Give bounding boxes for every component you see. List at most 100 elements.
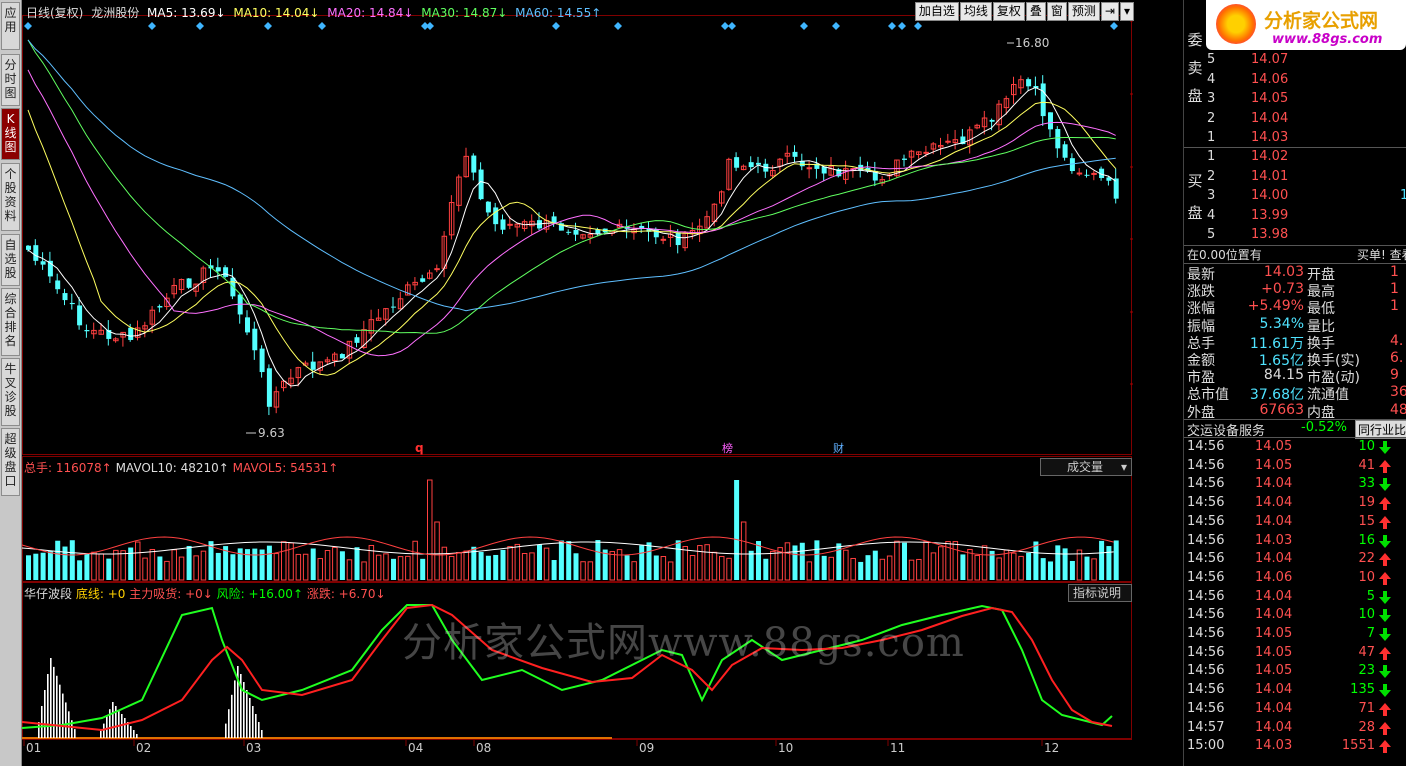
left-tab-0[interactable]: 应用 (1, 2, 20, 50)
ma20-label: MA20: 14.84↓ (327, 6, 414, 20)
price: 14.04 (1251, 110, 1289, 126)
event-diamond-icon (552, 22, 560, 30)
tick-row: 14:56 14.04 135 (1185, 682, 1406, 701)
tick-row: 14:56 14.04 33 (1185, 476, 1406, 495)
toolbar-button-6[interactable]: ⇥ (1100, 2, 1119, 21)
left-tab-3[interactable]: 个股资料 (1, 163, 20, 231)
volume-bar (1040, 558, 1046, 580)
volume-bar (806, 561, 813, 581)
candle-body (215, 267, 221, 272)
indicator-histogram-bar (118, 710, 120, 738)
volume-bar (77, 560, 83, 580)
indicator-main: 主力吸货: +0↓ (129, 587, 213, 601)
volume-bar (324, 550, 331, 581)
tick-row: 14:57 14.04 28 (1185, 720, 1406, 739)
tick-volume: 7 (1366, 626, 1375, 641)
indicator-help-button[interactable]: 指标说明 (1068, 584, 1132, 602)
low-price-label: 9.63 (258, 426, 285, 440)
toolbar-button-0[interactable]: 加自选 (914, 2, 959, 21)
orderbook-buy-row: 1 14.02 (1205, 149, 1405, 168)
price: 14.00 (1251, 188, 1289, 203)
volume-bar (865, 555, 871, 580)
candle-body (639, 225, 645, 229)
indicator-rise: 涨跌: +6.70↓ (306, 587, 386, 601)
ma60-label: MA60: 14.55↑ (515, 6, 602, 20)
volume-bar (667, 561, 674, 581)
arrow-down-icon (1379, 684, 1391, 701)
left-tab-bar: 应用分时图 K线图个股资料自选股综合排名牛叉诊股超级盘口 (0, 0, 22, 766)
tick-row: 15:00 14.03 1551 (1185, 738, 1406, 757)
volume-bar (697, 545, 703, 581)
quote-row: 总市值37.68亿流通值36.8 (1185, 384, 1406, 403)
tick-price: 14.03 (1255, 532, 1293, 548)
candle-body (33, 245, 39, 261)
volume-bar (26, 555, 31, 580)
tick-row: 14:56 14.04 19 (1185, 495, 1406, 514)
indicator-histogram-bar (74, 729, 76, 738)
position-bar-right[interactable]: 买单! 查看 (1357, 246, 1406, 263)
volume-bar (675, 540, 681, 580)
month-label: 09 (639, 741, 654, 755)
ma30-label: MA30: 14.87↓ (421, 6, 508, 20)
left-tab-2[interactable]: K线图 (1, 108, 20, 160)
volume-bar (930, 552, 937, 581)
left-tab-label: 个股资料 (4, 167, 17, 223)
toolbar-button-3[interactable]: 叠 (1025, 2, 1046, 21)
volume-bar (1062, 548, 1068, 580)
kline-chart-area[interactable]: 17.2015.8814.5413.2211.8810.563305216526… (22, 0, 1134, 766)
buy-extra: 1 (1400, 188, 1406, 203)
tick-volume: 16 (1358, 532, 1375, 548)
volume-bar (427, 479, 433, 581)
event-diamond-icon (196, 22, 204, 30)
toolbar-menu-chevron-icon[interactable]: ▾ (1119, 2, 1134, 21)
candle-body (1040, 83, 1046, 117)
volume-bar (734, 480, 740, 580)
toolbar-button-5[interactable]: 预测 (1067, 2, 1100, 21)
month-label: 11 (890, 741, 905, 755)
candle-body (1091, 172, 1097, 175)
month-label: 01 (26, 741, 41, 755)
left-tab-7[interactable]: 超级盘口 (1, 428, 20, 496)
volume-bar (507, 546, 513, 581)
left-tab-label: K线图 (4, 112, 17, 154)
volume-bar (952, 541, 959, 581)
tick-volume: 10 (1358, 439, 1375, 454)
volume-bar (828, 556, 834, 581)
volume-bar (1026, 552, 1032, 580)
wei-label: 委 (1187, 31, 1203, 49)
arrow-down-icon (1379, 590, 1391, 608)
volume-bar (1033, 541, 1039, 580)
left-tab-5[interactable]: 综合排名 (1, 288, 20, 356)
arrow-down-icon (1379, 534, 1391, 552)
tick-volume: 22 (1358, 551, 1375, 567)
volume-bar (361, 561, 367, 581)
level: 5 (1207, 227, 1216, 242)
tick-price: 14.05 (1255, 626, 1293, 641)
candle-body (806, 167, 813, 170)
volume-selector[interactable]: 成交量 ▾ (1040, 458, 1132, 476)
volume-bar (521, 553, 528, 581)
volume-bar (332, 546, 338, 581)
toolbar-button-1[interactable]: 均线 (959, 2, 992, 21)
toolbar-button-2[interactable]: 复权 (992, 2, 1025, 21)
left-tab-4[interactable]: 自选股 (1, 234, 20, 286)
ma5-label: MA5: 13.69↓ (147, 6, 226, 20)
volume-bar (1113, 540, 1119, 580)
tick-volume: 19 (1358, 495, 1375, 511)
toolbar-button-4[interactable]: 窗 (1046, 2, 1067, 21)
quote-value2: 6. (1390, 350, 1404, 366)
industry-row[interactable]: 交运设备服务 -0.52% 同行业比 (1185, 420, 1406, 439)
left-tab-6[interactable]: 牛叉诊股 (1, 358, 20, 426)
tick-row: 14:56 14.04 71 (1185, 701, 1406, 720)
volume-bar (252, 548, 258, 580)
candle-body (478, 169, 484, 200)
left-tab-1[interactable]: 分时图 (1, 54, 20, 106)
position-bar: 在0.00位置有 买单! 查看 (1185, 246, 1406, 263)
indicator-histogram-bar (234, 680, 236, 738)
candles-group (26, 75, 1119, 416)
arrow-up-icon (1379, 571, 1391, 589)
candle-body (792, 151, 798, 157)
volume-bar (375, 554, 382, 581)
candle-body (471, 155, 477, 173)
arrow-up-icon (1379, 702, 1391, 720)
